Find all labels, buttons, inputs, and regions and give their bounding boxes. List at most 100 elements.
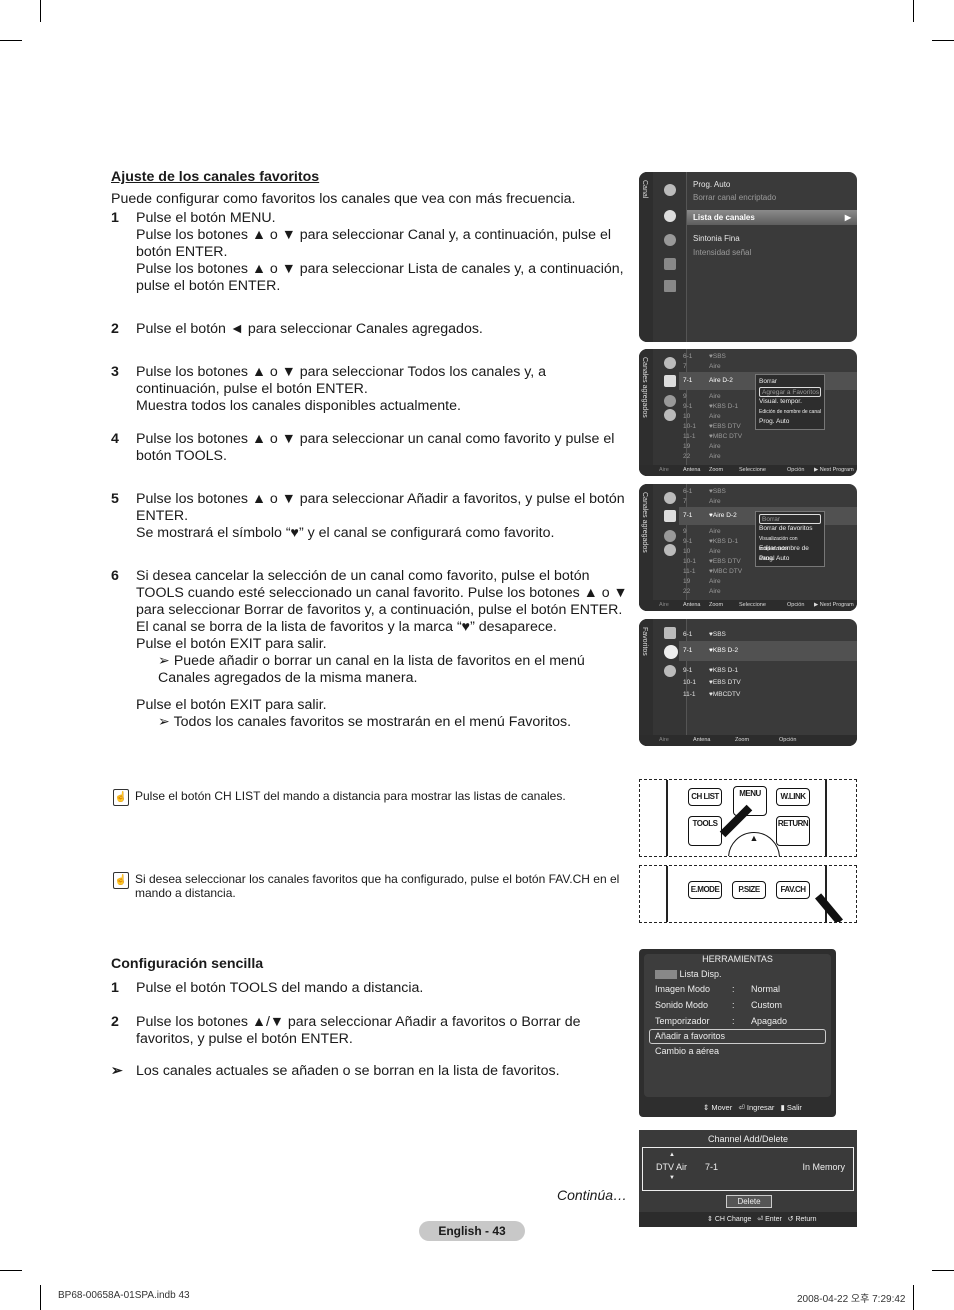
screen-footer: Aire Antena Zoom Seleccione Opción ▶ Next Pro… [639, 600, 857, 611]
up-arrow-icon: ▲ [669, 1152, 675, 1158]
menu-item[interactable]: Prog. Auto [687, 179, 857, 190]
menu-item[interactable]: Lista de canales ▶ [687, 210, 857, 225]
channel-number: 10-1 [683, 423, 697, 430]
return-button[interactable]: RETURN [776, 816, 810, 846]
channel-row[interactable]: 6-1 ♥SBS [679, 487, 857, 497]
channel-name: ♥SBS [709, 631, 726, 638]
popup-item[interactable]: Visual. tempor. [759, 397, 821, 407]
channel-number: 11-1 [683, 433, 696, 440]
psize-button[interactable]: P.SIZE [732, 881, 766, 899]
print-date: 2008-04-22 오후 7:29:42 [797, 1294, 906, 1305]
gear-icon [664, 234, 676, 246]
updown-icon: ⇕ [707, 1216, 713, 1223]
channel-row[interactable]: 6-1 ♥SBS [679, 352, 857, 362]
emode-button[interactable]: E.MODE [688, 881, 722, 899]
step-line: ➢ Todos los canales favoritos se mostrar… [158, 714, 572, 730]
steps-list: 1 Pulse el botón MENU. Pulse los botones ▲… [111, 210, 631, 731]
channel-name: ♥SBS [709, 353, 726, 360]
screen-added-channels-2: Canales agregados 6-1 ♥SBS 7 Aire 7-1 ♥Aire D… [639, 484, 857, 611]
channel-row[interactable]: 11-1 ♥MBC DTV [679, 432, 857, 442]
channel-number: 10 [683, 413, 691, 420]
step-line: Pulse los botones ▲ o ▼ para seleccionar… [136, 261, 624, 294]
channel-row[interactable]: 10-1 ♥EBS DTV [679, 677, 857, 689]
channel-row[interactable]: 7-1 ♥KBS D-2 [679, 641, 857, 661]
channel-number: 9 [683, 528, 687, 535]
popup-item[interactable]: Editar nombre de canal [759, 544, 821, 562]
channel-number: 10 [683, 548, 691, 555]
anynet-logo-icon [655, 970, 677, 980]
popup-item[interactable]: Visualización con temporizador [759, 534, 821, 552]
footer-item: Aire [659, 467, 669, 473]
source-value[interactable]: DTV Air [656, 1162, 687, 1172]
tools-sep: : [732, 1000, 735, 1010]
step-1: 1 Pulse el botón TOOLS del mando a distan… [111, 980, 424, 996]
step-line: Pulse los botones ▲ o ▼ para seleccionar… [136, 431, 615, 464]
menu-item[interactable]: Borrar canal encriptado [687, 192, 857, 203]
screen-footer: Aire Antena Zoom Seleccione Opción ▶ Next Pro… [639, 465, 857, 476]
channel-row[interactable]: 19 Aire [679, 577, 857, 587]
menu-item[interactable]: Intensidad señal [687, 247, 857, 258]
popup-item[interactable]: Prog. Auto [759, 417, 821, 427]
channel-number: 9-1 [683, 538, 693, 545]
popup-item[interactable]: Borrar [759, 514, 821, 524]
popup-item[interactable]: Agregar a Favoritos [759, 387, 821, 397]
channel-name: ♥MBC DTV [709, 568, 743, 575]
channel-row[interactable]: 7 Aire [679, 497, 857, 507]
popup-item[interactable]: Prog. Auto [759, 554, 821, 564]
footer-item: Antena [683, 602, 701, 608]
footer-item: Zoom [709, 602, 724, 608]
channel-number: 11-1 [683, 691, 696, 698]
channel-name: ♥EBS DTV [709, 423, 741, 430]
channel-row[interactable]: 11-1 ♥MBC DTV [679, 567, 857, 577]
channel-row[interactable]: 11-1 ♥MBCDTV [679, 689, 857, 701]
channel-row[interactable]: 9-1 ♥KBS D-1 [679, 665, 857, 677]
wlink-button[interactable]: W.LINK [776, 788, 810, 806]
channel-row[interactable]: 22 Aire [679, 452, 857, 462]
add-favorites-item[interactable]: Añadir a favoritos [649, 1029, 826, 1044]
channel-number: 11-1 [683, 568, 696, 575]
dialog-title: Channel Add/Delete [707, 1134, 789, 1144]
channel-row[interactable]: 19 Aire [679, 442, 857, 452]
screen-canal-menu: Canal Prog. Auto Borrar canal encriptado L… [639, 172, 857, 342]
favch-button[interactable]: FAV.CH [776, 881, 810, 899]
anynet-item[interactable]: Lista Disp. [655, 969, 722, 980]
menu-item-label: Borrar canal encriptado [693, 193, 777, 202]
arrow-icon: ➢ [111, 1063, 123, 1079]
page-number: English - 43 [419, 1221, 525, 1241]
footer-item: Antena [683, 467, 701, 473]
ch-list-button[interactable]: CH LIST [688, 788, 722, 806]
channel-number: 19 [683, 578, 691, 585]
remote-illustration-bottom: E.MODE P.SIZE FAV.CH [639, 865, 857, 923]
note-ch-list: ☝ Pulse el botón CH LIST del mando a dis… [113, 789, 633, 806]
channel-row[interactable]: 22 Aire [679, 587, 857, 597]
step-number: 3 [111, 364, 119, 380]
note-fav-ch: ☝ Si desea seleccionar los canales favor… [113, 872, 620, 900]
menu-item-label: Sintonia Fina [693, 234, 740, 243]
step-line: Pulse los botones ▲ o ▼ para seleccionar… [136, 491, 625, 524]
channel-row[interactable]: 7 Aire [679, 362, 857, 372]
popup-item[interactable]: Borrar de favoritos [759, 524, 821, 534]
channel-name: ♥EBS DTV [709, 679, 741, 686]
menu-item-label: Lista de canales [693, 213, 755, 222]
crop-mark [913, 0, 914, 22]
crop-mark [40, 0, 41, 22]
tools-value: Custom [751, 1000, 783, 1010]
popup-item[interactable]: Borrar [759, 377, 821, 387]
crop-mark [0, 1270, 22, 1271]
channel-row[interactable]: 6-1 ♥SBS [679, 629, 857, 641]
channel-number: 7-1 [683, 377, 693, 384]
footer-item: Antena [693, 737, 711, 743]
delete-button[interactable]: Delete [726, 1195, 772, 1208]
up-arrow-button[interactable]: ▲ [728, 832, 780, 856]
crop-mark [932, 1270, 954, 1271]
step-line: Pulse el botón ◄ para seleccionar Canale… [136, 321, 483, 337]
popup-item[interactable]: Edición de nombre de canal [759, 407, 821, 417]
tools-button[interactable]: TOOLS [688, 816, 722, 846]
step-6: 6 Si desea cancelar la selección de un ca… [111, 568, 631, 731]
menu-item[interactable]: Sintonia Fina [687, 233, 857, 244]
change-air-item[interactable]: Cambio a aérea [655, 1046, 719, 1056]
memory-status: In Memory [802, 1162, 845, 1172]
input-icon [664, 258, 676, 270]
tools-label: Imagen Modo [655, 984, 711, 994]
added-channels-icon [664, 510, 676, 522]
